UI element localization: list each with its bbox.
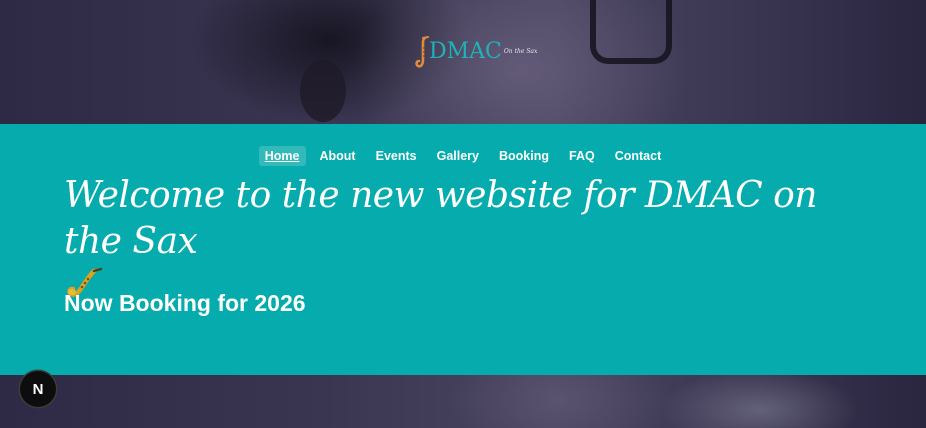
nav-gallery[interactable]: Gallery: [431, 146, 485, 166]
hero-headline-text: Welcome to the new website for DMAC on t…: [64, 175, 817, 262]
logo-subtext: On the Sax: [503, 48, 538, 55]
next-dev-badge-icon[interactable]: N: [20, 371, 56, 407]
hero-subheadline: Now Booking for 2026: [64, 290, 306, 316]
page: DMAC On the Sax Home About Events Galler…: [0, 0, 926, 428]
photo-detail: [300, 60, 346, 122]
dev-badge-letter: N: [32, 380, 44, 398]
nav-faq[interactable]: FAQ: [563, 146, 601, 166]
nav-events[interactable]: Events: [370, 146, 423, 166]
logo-text: DMAC: [429, 39, 502, 64]
nav-contact[interactable]: Contact: [609, 146, 668, 166]
hero-band: Home About Events Gallery Booking FAQ Co…: [0, 124, 926, 375]
photo-detail-glasses: [590, 0, 672, 64]
nav-booking[interactable]: Booking: [493, 146, 555, 166]
nav-home[interactable]: Home: [258, 146, 306, 166]
nav-about[interactable]: About: [314, 146, 362, 166]
main-nav: Home About Events Gallery Booking FAQ Co…: [0, 146, 926, 166]
site-logo[interactable]: DMAC On the Sax: [413, 36, 537, 72]
